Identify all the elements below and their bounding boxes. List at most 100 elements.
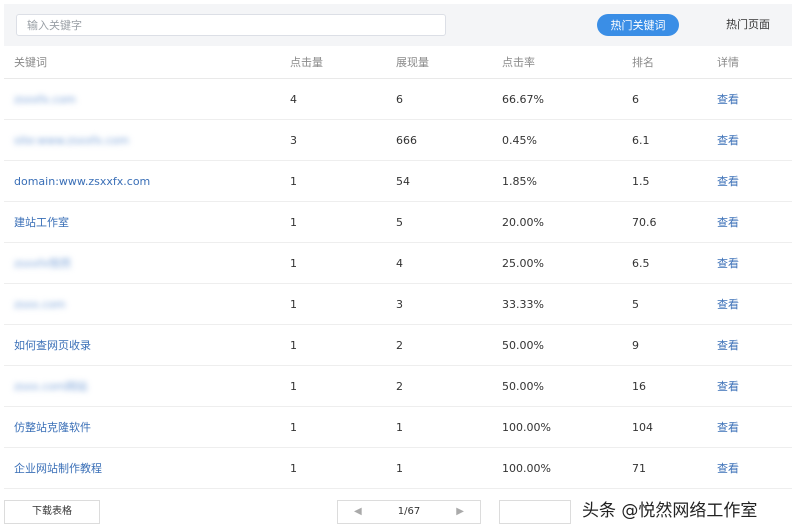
keyword-link-cell: zsxxfx.com	[14, 79, 76, 119]
view-detail-link[interactable]: 查看	[717, 255, 739, 271]
view-detail-link-cell: 查看	[717, 120, 739, 160]
impressions-cell-cell: 6	[396, 79, 403, 119]
watermark: 头条 @悦然网络工作室	[582, 501, 758, 521]
view-detail-link-cell: 查看	[717, 202, 739, 242]
next-page-icon[interactable]: ▶	[456, 501, 464, 523]
keyword-link[interactable]: zsxx.com网站	[14, 378, 88, 394]
view-detail-link-cell: 查看	[717, 407, 739, 447]
keyword-link[interactable]: 如何查网页收录	[14, 337, 91, 353]
keyword-link[interactable]: site:www.zsxxfx.com	[14, 134, 129, 147]
impressions-cell-cell: 1	[396, 407, 403, 447]
rank-cell: 70.6	[632, 215, 657, 229]
pagination: ◀ 1/67 ▶	[337, 500, 481, 524]
view-detail-link-cell: 查看	[717, 325, 739, 365]
tab-hot-keywords[interactable]: 热门关键词	[597, 14, 679, 36]
view-detail-link-cell: 查看	[717, 366, 739, 406]
rank-cell: 1.5	[632, 174, 650, 188]
keyword-table: 关键词 点击量 展现量 点击率 排名 详情 zsxxfx.com 4 6 66.67%…	[4, 46, 792, 489]
header-keyword: 关键词	[14, 56, 47, 69]
clicks-cell: 3	[290, 133, 297, 147]
clicks-cell: 1	[290, 256, 297, 270]
ctr-cell-cell: 25.00%	[502, 243, 544, 283]
table-row: 仿整站克隆软件 1 1 100.00% 104 查看	[4, 407, 792, 448]
rank-cell-cell: 6.5	[632, 243, 650, 283]
clicks-cell: 1	[290, 338, 297, 352]
view-detail-link[interactable]: 查看	[717, 132, 739, 148]
clicks-cell-cell: 1	[290, 407, 297, 447]
page-jump-box[interactable]	[499, 500, 571, 524]
ctr-cell-cell: 0.45%	[502, 120, 537, 160]
keyword-link-cell: 企业网站制作教程	[14, 448, 102, 488]
table-row: 建站工作室 1 5 20.00% 70.6 查看	[4, 202, 792, 243]
clicks-cell: 1	[290, 420, 297, 434]
view-detail-link[interactable]: 查看	[717, 419, 739, 435]
rank-cell: 6.5	[632, 256, 650, 270]
rank-cell-cell: 6.1	[632, 120, 650, 160]
rank-cell-cell: 71	[632, 448, 646, 488]
impressions-cell: 3	[396, 297, 403, 311]
clicks-cell-cell: 1	[290, 366, 297, 406]
ctr-cell: 25.00%	[502, 256, 544, 270]
toolbar: 热门关键词 热门页面	[4, 4, 792, 46]
rank-cell-cell: 104	[632, 407, 653, 447]
clicks-cell: 1	[290, 297, 297, 311]
download-table-button[interactable]: 下载表格	[4, 500, 100, 524]
keyword-link-cell: zsxx.com	[14, 284, 66, 324]
impressions-cell: 1	[396, 461, 403, 475]
table-row: zsxx.com 1 3 33.33% 5 查看	[4, 284, 792, 325]
rank-cell-cell: 5	[632, 284, 639, 324]
keyword-link[interactable]: 仿整站克隆软件	[14, 419, 91, 435]
keyword-link[interactable]: zsxx.com	[14, 298, 66, 311]
view-detail-link[interactable]: 查看	[717, 173, 739, 189]
ctr-cell-cell: 66.67%	[502, 79, 544, 119]
rank-cell: 104	[632, 420, 653, 434]
ctr-cell-cell: 100.00%	[502, 407, 551, 447]
clicks-cell-cell: 1	[290, 161, 297, 201]
header-ctr: 点击率	[502, 56, 535, 69]
clicks-cell: 1	[290, 461, 297, 475]
keyword-link[interactable]: zsxxfx悦然	[14, 255, 71, 271]
impressions-cell: 2	[396, 379, 403, 393]
impressions-cell: 666	[396, 133, 417, 147]
impressions-cell: 54	[396, 174, 410, 188]
impressions-cell-cell: 5	[396, 202, 403, 242]
rank-cell-cell: 6	[632, 79, 639, 119]
ctr-cell-cell: 20.00%	[502, 202, 544, 242]
keyword-link-cell: zsxx.com网站	[14, 366, 88, 406]
ctr-cell: 66.67%	[502, 92, 544, 106]
clicks-cell-cell: 1	[290, 243, 297, 283]
view-detail-link-cell: 查看	[717, 243, 739, 283]
clicks-cell: 4	[290, 92, 297, 106]
table-row: domain:www.zsxxfx.com 1 54 1.85% 1.5 查看	[4, 161, 792, 202]
view-detail-link[interactable]: 查看	[717, 460, 739, 476]
ctr-cell: 0.45%	[502, 133, 537, 147]
keyword-link[interactable]: domain:www.zsxxfx.com	[14, 175, 150, 188]
header-detail: 详情	[717, 56, 739, 69]
clicks-cell: 1	[290, 174, 297, 188]
ctr-cell: 50.00%	[502, 338, 544, 352]
ctr-cell-cell: 1.85%	[502, 161, 537, 201]
ctr-cell: 100.00%	[502, 420, 551, 434]
view-detail-link[interactable]: 查看	[717, 378, 739, 394]
view-detail-link[interactable]: 查看	[717, 214, 739, 230]
header-rank: 排名	[632, 56, 654, 69]
view-detail-link[interactable]: 查看	[717, 91, 739, 107]
clicks-cell-cell: 1	[290, 202, 297, 242]
impressions-cell-cell: 666	[396, 120, 417, 160]
impressions-cell: 5	[396, 215, 403, 229]
keyword-link[interactable]: 建站工作室	[14, 214, 69, 230]
rank-cell: 71	[632, 461, 646, 475]
search-input[interactable]	[16, 14, 446, 36]
ctr-cell-cell: 50.00%	[502, 366, 544, 406]
rank-cell-cell: 9	[632, 325, 639, 365]
keyword-link[interactable]: zsxxfx.com	[14, 93, 76, 106]
tab-hot-pages[interactable]: 热门页面	[710, 14, 786, 36]
rank-cell: 6	[632, 92, 639, 106]
view-detail-link[interactable]: 查看	[717, 337, 739, 353]
ctr-cell: 100.00%	[502, 461, 551, 475]
rank-cell-cell: 16	[632, 366, 646, 406]
impressions-cell-cell: 2	[396, 325, 403, 365]
keyword-link[interactable]: 企业网站制作教程	[14, 460, 102, 476]
clicks-cell-cell: 1	[290, 448, 297, 488]
view-detail-link[interactable]: 查看	[717, 296, 739, 312]
